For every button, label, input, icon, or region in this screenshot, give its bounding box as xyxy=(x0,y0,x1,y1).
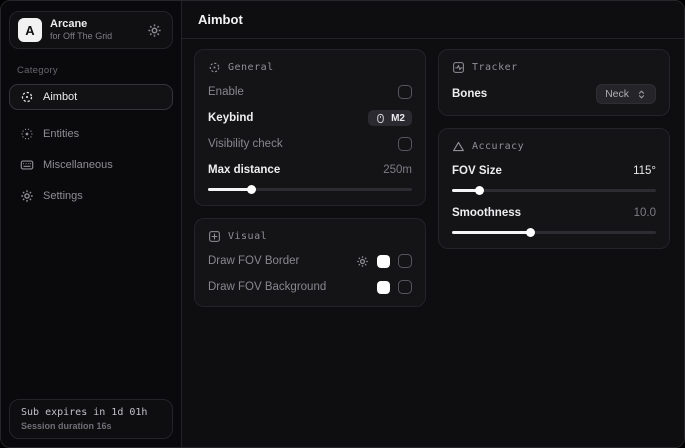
main-panel: Aimbot General Enable Ke xyxy=(181,1,684,447)
brand-gear-icon[interactable] xyxy=(147,23,162,38)
slider-thumb[interactable] xyxy=(247,185,256,194)
max-distance-row: Max distance 250m xyxy=(208,162,412,178)
fov-background-checkbox[interactable] xyxy=(398,280,412,294)
app-tagline: for Off The Grid xyxy=(50,31,139,42)
enable-row: Enable xyxy=(208,84,412,100)
sidebar-nav: Aimbot Entities Miscellaneous Settings xyxy=(9,84,173,209)
card-title: Tracker xyxy=(472,62,518,73)
sidebar-item-label: Aimbot xyxy=(43,91,77,103)
fov-size-row: FOV Size 115° xyxy=(452,163,656,179)
app-window: A Arcane for Off The Grid Category Aimbo… xyxy=(0,0,685,448)
fov-background-color-swatch[interactable] xyxy=(377,281,390,294)
session-duration-text: Session duration 16s xyxy=(21,421,161,431)
sidebar-item-entities[interactable]: Entities xyxy=(9,121,173,147)
card-title: General xyxy=(228,62,274,73)
page-title: Aimbot xyxy=(198,12,243,27)
sidebar-item-label: Miscellaneous xyxy=(43,159,113,171)
sidebar-item-settings[interactable]: Settings xyxy=(9,183,173,209)
card-title: Visual xyxy=(228,231,267,242)
fov-border-color-swatch[interactable] xyxy=(377,255,390,268)
enable-label: Enable xyxy=(208,86,244,98)
general-card: General Enable Keybind M2 xyxy=(194,49,426,206)
max-distance-slider[interactable] xyxy=(208,185,412,194)
fov-size-value: 115° xyxy=(633,165,656,177)
slider-thumb[interactable] xyxy=(526,228,535,237)
fov-background-row: Draw FOV Background xyxy=(208,279,412,295)
fov-border-label: Draw FOV Border xyxy=(208,255,299,267)
fov-size-label: FOV Size xyxy=(452,165,502,177)
bones-row: Bones Neck xyxy=(452,84,656,104)
chevrons-up-down-icon xyxy=(636,89,647,100)
bones-label: Bones xyxy=(452,88,487,100)
fov-background-label: Draw FOV Background xyxy=(208,281,326,293)
visibility-check-row: Visibility check xyxy=(208,136,412,152)
fov-border-checkbox[interactable] xyxy=(398,254,412,268)
keyboard-icon xyxy=(20,158,34,172)
fov-border-gear-icon[interactable] xyxy=(356,255,369,268)
bones-select[interactable]: Neck xyxy=(596,84,656,104)
accuracy-card: Accuracy FOV Size 115° Smoothness 10.0 xyxy=(438,128,670,249)
brand-card: A Arcane for Off The Grid xyxy=(9,11,173,49)
keybind-value: M2 xyxy=(391,113,405,124)
category-label: Category xyxy=(17,65,165,76)
visibility-check-label: Visibility check xyxy=(208,138,283,150)
sidebar-item-label: Settings xyxy=(43,190,83,202)
max-distance-label: Max distance xyxy=(208,164,280,176)
crosshair-icon xyxy=(20,90,34,104)
mouse-icon xyxy=(375,113,386,124)
sidebar-item-miscellaneous[interactable]: Miscellaneous xyxy=(9,152,173,178)
keybind-label: Keybind xyxy=(208,112,253,124)
smoothness-row: Smoothness 10.0 xyxy=(452,205,656,221)
visual-card: Visual Draw FOV Border Draw FOV Backgrou… xyxy=(194,218,426,307)
main-content: General Enable Keybind M2 xyxy=(182,39,684,317)
main-header: Aimbot xyxy=(182,1,684,39)
enable-checkbox[interactable] xyxy=(398,85,412,99)
max-distance-value: 250m xyxy=(383,164,412,176)
keybind-button[interactable]: M2 xyxy=(368,110,412,126)
sidebar: A Arcane for Off The Grid Category Aimbo… xyxy=(1,1,181,447)
sidebar-item-label: Entities xyxy=(43,128,79,140)
sparkle-box-icon xyxy=(208,230,221,243)
crosshair-icon xyxy=(208,61,221,74)
sidebar-item-aimbot[interactable]: Aimbot xyxy=(9,84,173,110)
card-title: Accuracy xyxy=(472,141,524,152)
app-name: Arcane xyxy=(50,18,139,31)
tracker-card: Tracker Bones Neck xyxy=(438,49,670,116)
keybind-row: Keybind M2 xyxy=(208,110,412,126)
smoothness-slider[interactable] xyxy=(452,228,656,237)
triangle-icon xyxy=(452,140,465,153)
pulse-box-icon xyxy=(452,61,465,74)
bones-selected-value: Neck xyxy=(605,88,629,100)
smoothness-value: 10.0 xyxy=(634,207,656,219)
radar-icon xyxy=(20,127,34,141)
visibility-check-checkbox[interactable] xyxy=(398,137,412,151)
smoothness-label: Smoothness xyxy=(452,207,521,219)
slider-thumb[interactable] xyxy=(475,186,484,195)
gear-icon xyxy=(20,189,34,203)
subscription-info-card: Sub expires in 1d 01h Session duration 1… xyxy=(9,399,173,439)
sub-expiry-text: Sub expires in 1d 01h xyxy=(21,407,161,418)
fov-size-slider[interactable] xyxy=(452,186,656,195)
app-logo: A xyxy=(18,18,42,42)
fov-border-row: Draw FOV Border xyxy=(208,253,412,269)
